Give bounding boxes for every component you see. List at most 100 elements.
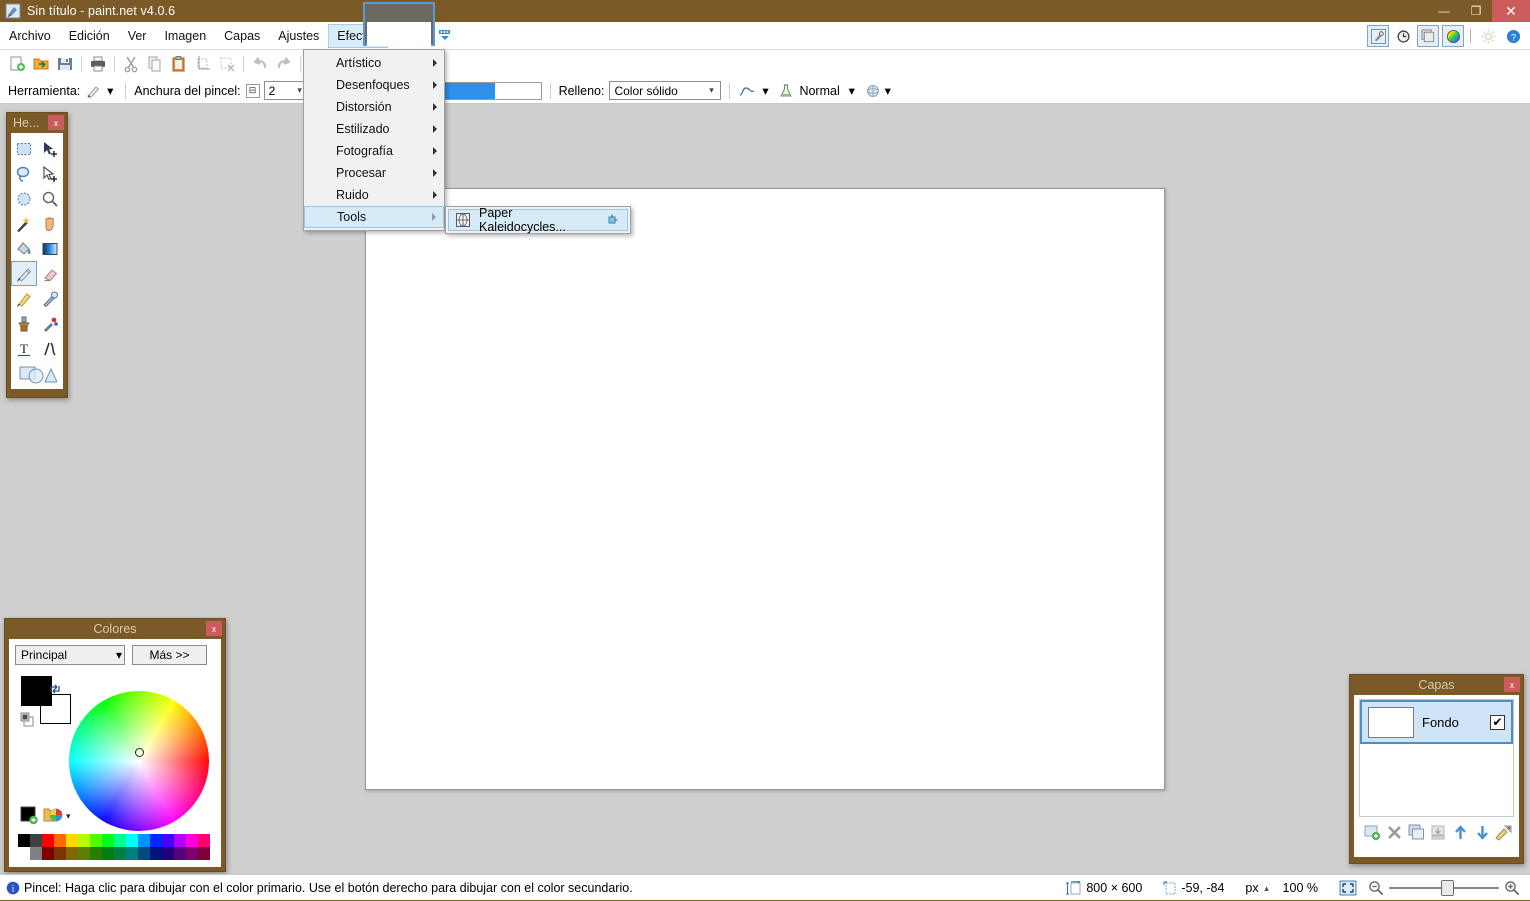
layers-window-icon[interactable]	[1417, 25, 1439, 47]
color-picker-tool[interactable]	[37, 286, 63, 311]
palette-primary-swatch-12[interactable]	[162, 834, 174, 847]
image-canvas[interactable]	[365, 188, 1165, 790]
palette-primary-swatch-0[interactable]	[18, 834, 30, 847]
deselect-icon[interactable]	[215, 52, 239, 76]
tool-dropdown-arrow[interactable]: ▾	[103, 84, 117, 98]
palette-select[interactable]: Principal ▾	[15, 645, 125, 665]
delete-layer-icon[interactable]	[1384, 822, 1404, 842]
menu-item-paper-kaleidocycles[interactable]: Paper Kaleidocycles...	[448, 206, 628, 234]
minimize-button[interactable]: —	[1428, 0, 1460, 22]
tools-window-icon[interactable]	[1367, 25, 1389, 47]
palette-secondary-swatch-11[interactable]	[150, 847, 162, 860]
paintbrush-icon[interactable]	[85, 83, 103, 99]
palette-secondary-swatch-12[interactable]	[162, 847, 174, 860]
reset-colors-icon[interactable]	[20, 712, 38, 728]
layers-window-close-button[interactable]: x	[1504, 677, 1520, 692]
palette-primary-swatch-7[interactable]	[102, 834, 114, 847]
redo-icon[interactable]	[272, 52, 296, 76]
menu-item-fotografia[interactable]: Fotografía	[304, 140, 444, 162]
menu-item-tools[interactable]: Tools	[304, 206, 444, 228]
zoom-in-icon[interactable]	[1504, 880, 1520, 896]
palette-dropdown-arrow[interactable]: ▾	[66, 811, 78, 821]
palette-secondary-swatch-10[interactable]	[138, 847, 150, 860]
palette-primary-swatch-2[interactable]	[42, 834, 54, 847]
units-dropdown-arrow[interactable]: ▲	[1263, 884, 1271, 893]
gradient-tool[interactable]	[37, 236, 63, 261]
palette-secondary-swatch-2[interactable]	[42, 847, 54, 860]
palette-secondary-swatch-1[interactable]	[30, 847, 42, 860]
move-layer-down-icon[interactable]	[1472, 822, 1492, 842]
antialiasing-dropdown-arrow[interactable]: ▾	[758, 84, 772, 98]
palette-secondary-swatch-7[interactable]	[102, 847, 114, 860]
settings-gear-icon[interactable]	[1477, 25, 1499, 47]
eraser-tool[interactable]	[37, 261, 63, 286]
palette-secondary-swatch-9[interactable]	[126, 847, 138, 860]
print-icon[interactable]	[86, 52, 110, 76]
menu-archivo[interactable]: Archivo	[0, 24, 60, 48]
menu-ver[interactable]: Ver	[119, 24, 156, 48]
pan-tool[interactable]	[37, 211, 63, 236]
menu-item-desenfoques[interactable]: Desenfoques	[304, 74, 444, 96]
new-icon[interactable]	[5, 52, 29, 76]
palette-secondary-swatch-0[interactable]	[18, 847, 30, 860]
palette-primary-swatch-5[interactable]	[78, 834, 90, 847]
zoom-tool[interactable]	[37, 186, 63, 211]
open-palette-icon[interactable]	[43, 805, 63, 825]
palette-primary-swatch-4[interactable]	[66, 834, 78, 847]
color-wheel-cursor[interactable]	[135, 748, 144, 757]
document-tab-dropdown-icon[interactable]	[438, 28, 452, 42]
units-label[interactable]: px	[1245, 881, 1258, 895]
zoom-out-icon[interactable]	[1368, 880, 1384, 896]
paintbrush-tool[interactable]	[11, 261, 37, 286]
document-tab[interactable]	[363, 2, 435, 46]
antialiasing-curve-icon[interactable]	[738, 84, 758, 98]
crop-to-selection-icon[interactable]	[191, 52, 215, 76]
clone-stamp-tool[interactable]	[11, 311, 37, 336]
tools-window-close-button[interactable]: x	[48, 115, 64, 130]
sphere-icon[interactable]	[865, 83, 881, 99]
colors-window-close-button[interactable]: x	[206, 621, 222, 636]
colors-window-icon[interactable]	[1442, 25, 1464, 47]
rectangle-select-tool[interactable]	[11, 136, 37, 161]
palette-row-primary[interactable]	[18, 834, 210, 847]
lasso-select-tool[interactable]	[11, 161, 37, 186]
palette-primary-swatch-3[interactable]	[54, 834, 66, 847]
palette-primary-swatch-15[interactable]	[198, 834, 210, 847]
recolor-tool[interactable]	[37, 311, 63, 336]
add-color-icon[interactable]	[20, 806, 39, 825]
magic-wand-tool[interactable]	[11, 211, 37, 236]
palette-secondary-swatch-4[interactable]	[66, 847, 78, 860]
more-button[interactable]: Más >>	[132, 645, 207, 665]
help-icon[interactable]: ?	[1502, 25, 1524, 47]
palette-primary-swatch-13[interactable]	[174, 834, 186, 847]
move-selection-tool[interactable]	[37, 161, 63, 186]
palette-secondary-swatch-14[interactable]	[186, 847, 198, 860]
menu-item-procesar[interactable]: Procesar	[304, 162, 444, 184]
palette-secondary-swatch-5[interactable]	[78, 847, 90, 860]
palette-secondary-swatch-13[interactable]	[174, 847, 186, 860]
duplicate-layer-icon[interactable]	[1406, 822, 1426, 842]
merge-layer-down-icon[interactable]	[1428, 822, 1448, 842]
zoom-level-value[interactable]: 100 %	[1283, 881, 1318, 895]
color-palette-strip[interactable]	[18, 834, 210, 860]
palette-primary-swatch-1[interactable]	[30, 834, 42, 847]
blend-flask-icon[interactable]	[778, 83, 794, 99]
sphere-dropdown-arrow[interactable]: ▾	[881, 84, 895, 98]
palette-secondary-swatch-15[interactable]	[198, 847, 210, 860]
undo-icon[interactable]	[248, 52, 272, 76]
palette-primary-swatch-10[interactable]	[138, 834, 150, 847]
add-layer-icon[interactable]	[1362, 822, 1382, 842]
close-button[interactable]: ✕	[1492, 0, 1530, 22]
brush-width-decrement-button[interactable]: ⊟	[245, 83, 260, 98]
palette-primary-swatch-14[interactable]	[186, 834, 198, 847]
menu-edicion[interactable]: Edición	[60, 24, 119, 48]
swap-colors-icon[interactable]	[48, 683, 62, 695]
menu-imagen[interactable]: Imagen	[155, 24, 215, 48]
text-tool[interactable]: T	[11, 336, 37, 361]
open-icon[interactable]	[29, 52, 53, 76]
fill-select[interactable]: Color sólido ▾	[609, 81, 722, 100]
menu-item-ruido[interactable]: Ruido	[304, 184, 444, 206]
menu-item-artistico[interactable]: Artístico	[304, 52, 444, 74]
menu-ajustes[interactable]: Ajustes	[269, 24, 328, 48]
restore-button[interactable]: ❐	[1460, 0, 1492, 22]
